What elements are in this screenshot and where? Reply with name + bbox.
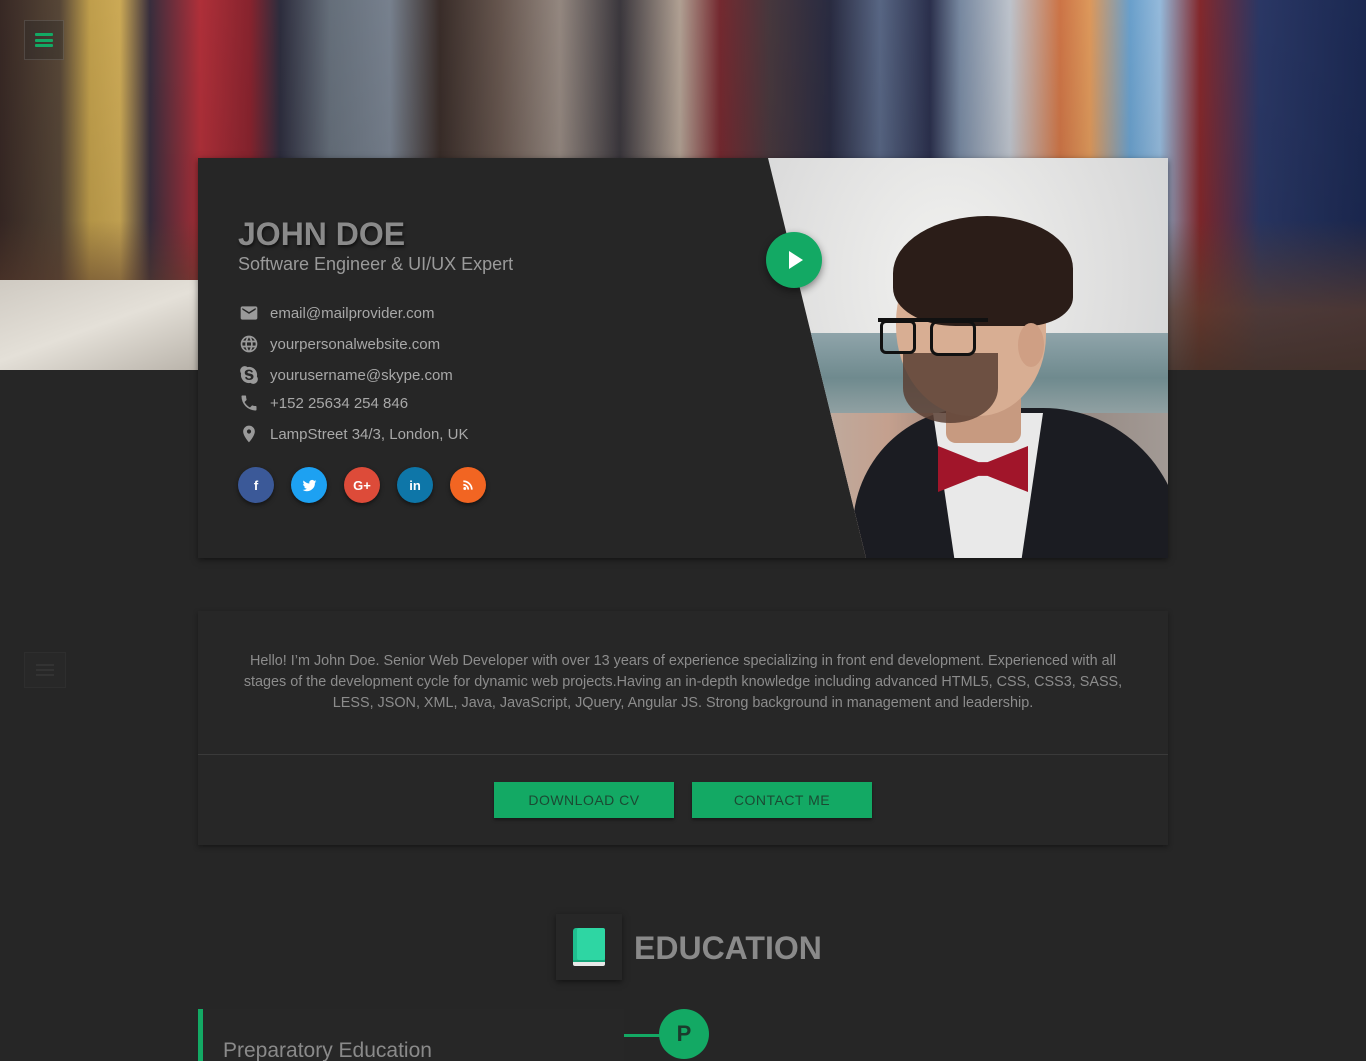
mail-icon — [238, 302, 260, 324]
sticky-menu-placeholder — [24, 652, 66, 688]
about-card: Hello! I’m John Doe. Senior Web Develope… — [198, 611, 1168, 845]
contact-skype-text: yourusername@skype.com — [270, 366, 453, 384]
rss-icon — [463, 480, 473, 490]
education-title: EDUCATION — [634, 930, 822, 966]
divider — [198, 754, 1168, 755]
contact-website[interactable]: yourpersonalwebsite.com — [238, 333, 440, 355]
contact-email[interactable]: email@mailprovider.com — [238, 302, 434, 324]
contact-location-text: LampStreet 34/3, London, UK — [270, 425, 469, 443]
hero-book-image — [0, 280, 200, 370]
social-links: f G+ in — [238, 467, 486, 503]
education-icon-box — [556, 914, 622, 980]
location-icon — [238, 423, 260, 445]
facebook-button[interactable]: f — [238, 467, 274, 503]
contact-location[interactable]: LampStreet 34/3, London, UK — [238, 423, 468, 445]
timeline-connector — [624, 1034, 664, 1037]
about-text: Hello! I’m John Doe. Senior Web Develope… — [243, 653, 1123, 711]
profile-name: JOHN DOE — [238, 216, 406, 252]
profile-role: Software Engineer & UI/UX Expert — [238, 254, 514, 274]
hamburger-icon — [35, 33, 53, 47]
linkedin-icon: in — [409, 477, 421, 493]
contact-website-text: yourpersonalwebsite.com — [270, 335, 441, 353]
hamburger-icon — [36, 664, 54, 676]
contact-phone[interactable]: +152 25634 254 846 — [238, 392, 408, 414]
contact-me-button[interactable]: CONTACT ME — [692, 782, 872, 818]
linkedin-button[interactable]: in — [397, 467, 433, 503]
phone-icon — [238, 392, 260, 414]
facebook-icon: f — [253, 477, 259, 493]
contact-phone-text: +152 25634 254 846 — [270, 394, 409, 412]
education-item: Preparatory Education — [198, 1009, 624, 1061]
rss-button[interactable] — [450, 467, 486, 503]
google-plus-icon: G+ — [353, 477, 371, 493]
profile-photo — [768, 158, 1168, 558]
play-icon — [789, 251, 803, 269]
twitter-button[interactable] — [291, 467, 327, 503]
play-video-button[interactable] — [766, 232, 822, 288]
skype-icon — [238, 364, 260, 386]
profile-card: JOHN DOE Software Engineer & UI/UX Exper… — [198, 158, 1168, 558]
education-item-title: Preparatory Education — [223, 1039, 432, 1061]
google-plus-button[interactable]: G+ — [344, 467, 380, 503]
contact-email-text: email@mailprovider.com — [270, 304, 435, 322]
globe-icon — [238, 333, 260, 355]
contact-skype[interactable]: yourusername@skype.com — [238, 364, 453, 386]
twitter-icon — [302, 479, 316, 491]
menu-button[interactable] — [24, 20, 64, 60]
timeline-marker: P — [659, 1009, 709, 1059]
download-cv-button[interactable]: DOWNLOAD CV — [494, 782, 674, 818]
book-icon — [573, 928, 605, 966]
